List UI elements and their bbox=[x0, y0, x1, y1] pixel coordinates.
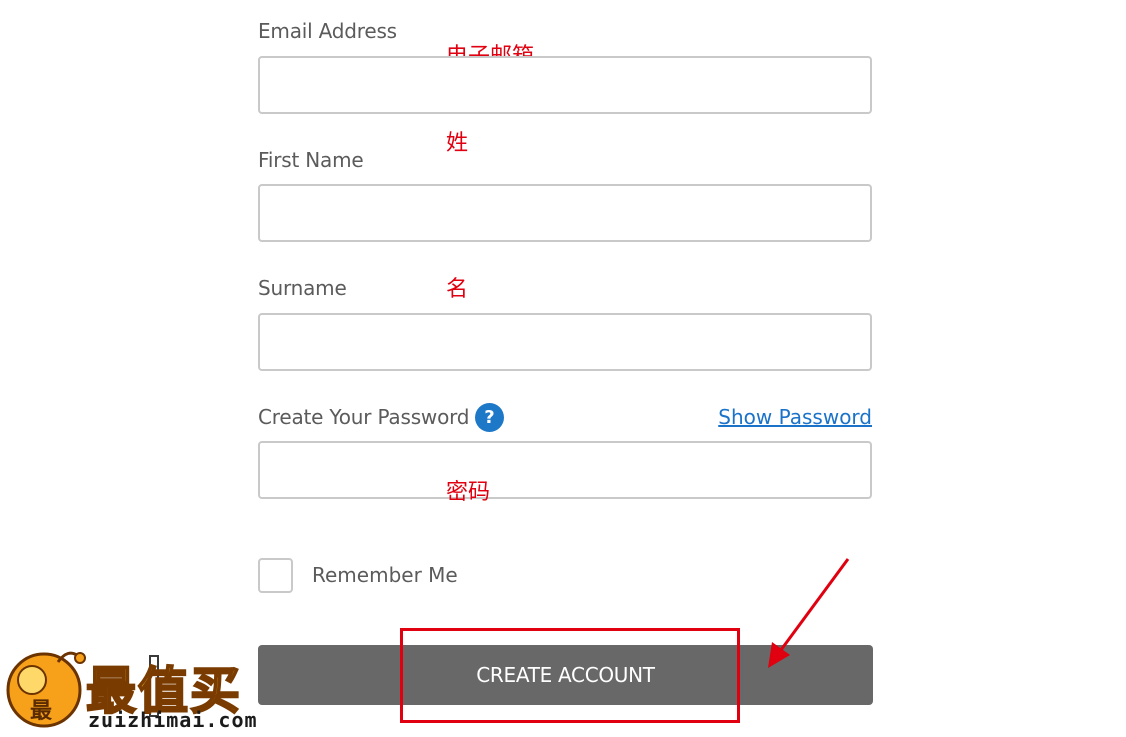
watermark-mascot-text: 最 bbox=[30, 699, 53, 724]
annotation-arrow-icon bbox=[768, 558, 850, 668]
watermark-url: zuizhimai.com bbox=[88, 708, 258, 732]
